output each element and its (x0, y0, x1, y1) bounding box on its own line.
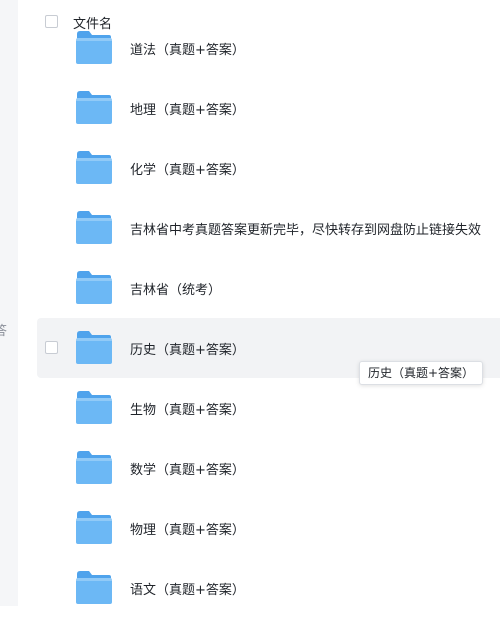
folder-icon (75, 330, 112, 364)
file-row[interactable]: 物理（真题+答案） (37, 498, 500, 558)
folder-icon (75, 90, 112, 124)
file-row[interactable]: 道法（真题+答案） (37, 18, 500, 78)
file-name[interactable]: 吉林省（统考） (130, 279, 221, 298)
file-row[interactable]: 吉林省（统考） (37, 258, 500, 318)
folder-icon (75, 570, 112, 604)
filename-tooltip: 历史（真题+答案） (359, 361, 484, 385)
file-name[interactable]: 吉林省中考真题答案更新完毕，尽快转存到网盘防止链接失效 (130, 219, 481, 238)
file-name[interactable]: 地理（真题+答案） (130, 99, 245, 118)
folder-icon (75, 390, 112, 424)
file-row[interactable]: 化学（真题+答案） (37, 138, 500, 198)
file-name[interactable]: 道法（真题+答案） (130, 39, 245, 58)
file-name[interactable]: 历史（真题+答案） (130, 339, 245, 358)
file-row[interactable]: 生物（真题+答案） (37, 378, 500, 438)
folder-icon (75, 150, 112, 184)
file-name[interactable]: 化学（真题+答案） (130, 159, 245, 178)
folder-icon (75, 450, 112, 484)
file-name[interactable]: 物理（真题+答案） (130, 519, 245, 538)
left-sidebar-edge: 答 (0, 0, 18, 606)
file-list: 道法（真题+答案） 地理（真题+答案） 化学（真题+答案） 吉林省中考真题答案更… (37, 18, 500, 618)
file-name[interactable]: 生物（真题+答案） (130, 399, 245, 418)
folder-icon (75, 510, 112, 544)
file-row[interactable]: 地理（真题+答案） (37, 78, 500, 138)
file-row[interactable]: 数学（真题+答案） (37, 438, 500, 498)
row-checkbox[interactable] (45, 341, 58, 354)
folder-icon (75, 210, 112, 244)
file-row[interactable]: 语文（真题+答案） (37, 558, 500, 618)
folder-icon (75, 30, 112, 64)
file-name[interactable]: 语文（真题+答案） (130, 579, 245, 598)
file-row[interactable]: 吉林省中考真题答案更新完毕，尽快转存到网盘防止链接失效 (37, 198, 500, 258)
sidebar-clipped-text: 答 (0, 324, 8, 339)
folder-icon (75, 270, 112, 304)
file-name[interactable]: 数学（真题+答案） (130, 459, 245, 478)
